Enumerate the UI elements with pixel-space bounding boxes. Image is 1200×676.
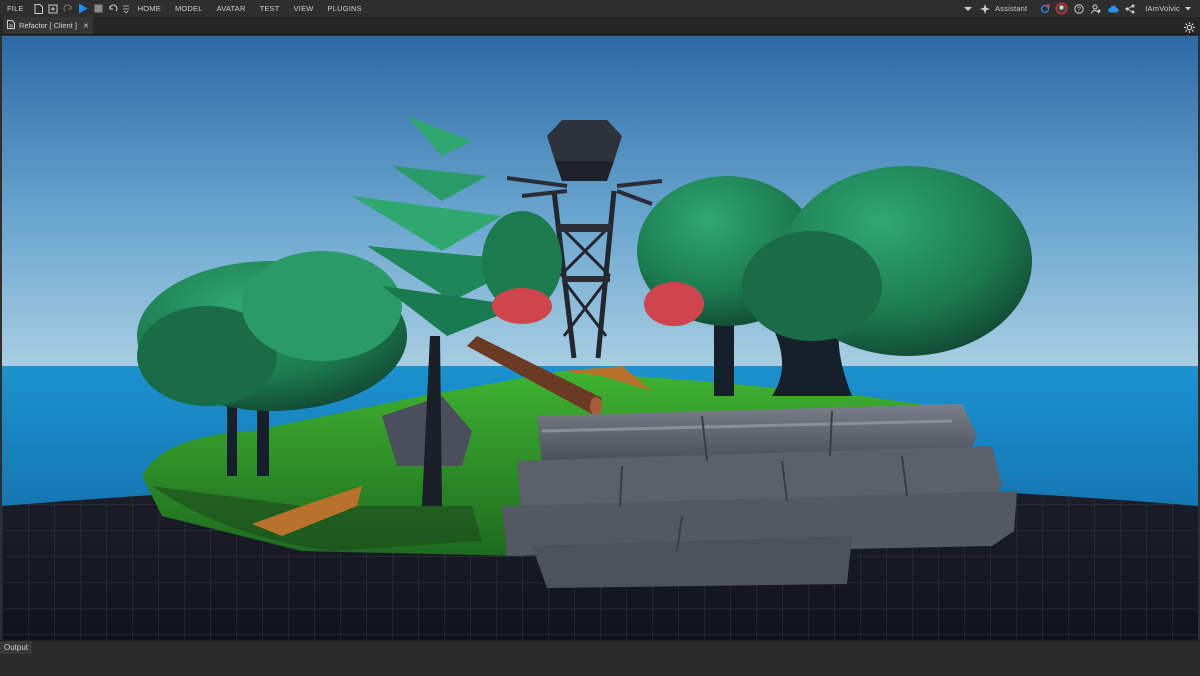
play-icon[interactable] <box>76 1 91 16</box>
tab-home[interactable]: HOME <box>131 4 168 13</box>
tab-plugins[interactable]: PLUGINS <box>321 4 369 13</box>
sync-icon[interactable] <box>1037 1 1052 16</box>
script-file-icon <box>7 20 15 31</box>
dropdown-icon[interactable] <box>121 1 131 16</box>
output-tab[interactable]: Output <box>0 641 33 654</box>
tab-test[interactable]: TEST <box>253 4 287 13</box>
close-tab-button[interactable]: ✕ <box>83 22 89 30</box>
document-tab[interactable]: Refactor [ Client ] ✕ <box>3 17 93 34</box>
document-tab-title: Refactor [ Client ] <box>19 21 77 30</box>
output-panel: Output <box>0 640 1200 676</box>
help-icon[interactable]: ? <box>1071 1 1086 16</box>
tab-model[interactable]: MODEL <box>168 4 210 13</box>
right-toolbar: Assistant ? IAmVolvic <box>960 0 1200 17</box>
username-label[interactable]: IAmVolvic <box>1139 4 1182 13</box>
assistant-icon[interactable] <box>977 1 992 16</box>
menu-bar: FILE HOME MODEL AVATAR TEST VIEW PLUGINS… <box>0 0 1200 17</box>
tab-avatar[interactable]: AVATAR <box>210 4 253 13</box>
menu-file[interactable]: FILE <box>0 4 31 13</box>
svg-text:?: ? <box>1077 6 1081 13</box>
avatar[interactable] <box>1054 1 1069 16</box>
share-icon[interactable] <box>1122 1 1137 16</box>
chevron-down-icon[interactable] <box>1184 1 1192 16</box>
user-settings-icon[interactable] <box>1088 1 1103 16</box>
redo-icon[interactable] <box>61 1 76 16</box>
assistant-button[interactable]: Assistant <box>994 4 1035 13</box>
cloud-icon[interactable] <box>1105 1 1120 16</box>
3d-viewport[interactable] <box>2 36 1198 640</box>
open-file-icon[interactable] <box>46 1 61 16</box>
tab-view[interactable]: VIEW <box>287 4 321 13</box>
undo-icon[interactable] <box>106 1 121 16</box>
chevron-down-icon[interactable] <box>960 1 975 16</box>
new-file-icon[interactable] <box>31 1 46 16</box>
stop-icon[interactable] <box>91 1 106 16</box>
document-tab-strip: Refactor [ Client ] ✕ <box>0 17 1200 35</box>
